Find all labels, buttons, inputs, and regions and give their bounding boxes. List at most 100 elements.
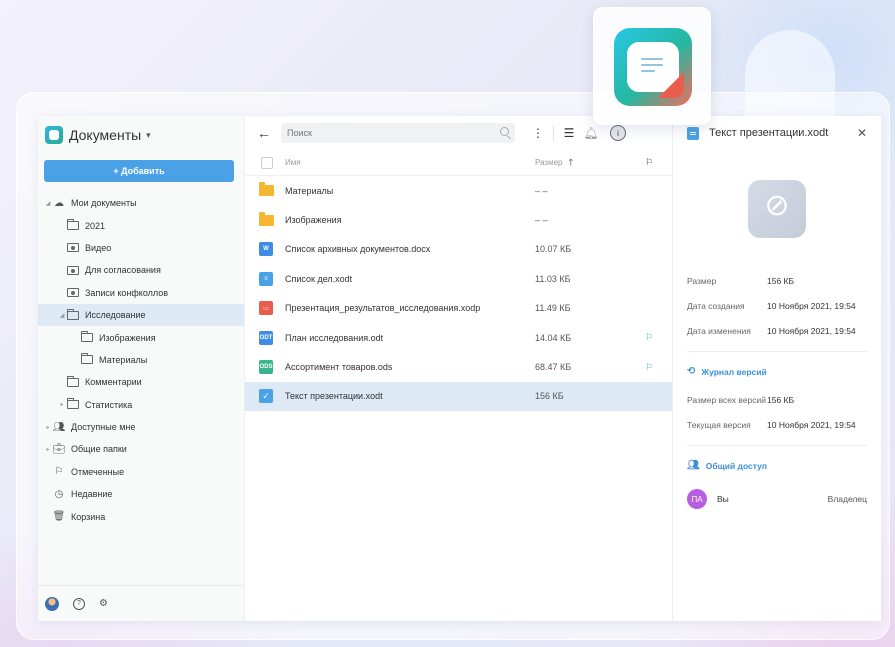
- file-name: Текст презентации.xodt: [285, 391, 383, 402]
- file-name: Материалы: [285, 185, 334, 196]
- expand-arrow-icon[interactable]: ▸: [58, 401, 66, 408]
- shared-folder-icon: [66, 287, 80, 299]
- file-size: 156 КБ: [535, 391, 564, 402]
- documents-logo-icon: [45, 126, 63, 144]
- sidebar-item[interactable]: ▸ 💼︎ Общие папки: [38, 438, 244, 460]
- detail-size: Размер 156 КБ: [687, 276, 795, 286]
- app-badge: [593, 7, 711, 125]
- expand-arrow-icon[interactable]: ▸: [44, 446, 52, 453]
- text-document-icon: ≡: [259, 271, 273, 286]
- file-row[interactable]: Изображения – –: [245, 205, 672, 234]
- user-avatar[interactable]: [45, 596, 59, 611]
- info-panel: Текст презентации.xodt ✕ Размер 156 КБ Д…: [673, 116, 881, 621]
- detail-modified: Дата изменения 10 Ноября 2021, 19:54: [687, 326, 856, 336]
- file-size: 68.47 КБ: [535, 362, 572, 373]
- file-name: Изображения: [285, 215, 342, 226]
- back-arrow-icon[interactable]: ←: [251, 125, 277, 141]
- search-input[interactable]: [281, 123, 515, 143]
- caret-down-icon: ▾: [146, 129, 151, 140]
- file-row[interactable]: ▭ Презентация_результатов_исследования.xo…: [245, 294, 672, 323]
- gear-icon[interactable]: ⚙: [99, 598, 108, 609]
- flag-icon: ⚐: [54, 466, 64, 478]
- owner-avatar: ПА: [687, 489, 707, 509]
- row-checkbox-checked[interactable]: ✓: [259, 389, 273, 404]
- file-size: – –: [535, 215, 548, 226]
- flag-icon[interactable]: ⚐: [645, 332, 659, 343]
- sidebar-item[interactable]: ▸ 👥︎ Доступные мне: [38, 416, 244, 438]
- flag-icon[interactable]: ⚐: [645, 362, 659, 373]
- sidebar-item[interactable]: Видео: [38, 237, 244, 259]
- file-row[interactable]: ✓ Текст презентации.xodt 156 КБ: [245, 381, 672, 412]
- flag-icon: ⚐: [645, 157, 654, 167]
- folder-icon: [66, 375, 80, 388]
- sidebar-item-label: Общие папки: [71, 444, 127, 455]
- sort-ascending-icon: 🡑: [568, 156, 574, 167]
- close-icon[interactable]: ✕: [857, 126, 867, 140]
- search-icon[interactable]: [500, 127, 509, 136]
- cloud-icon: ☁: [54, 197, 64, 209]
- history-icon: ⟲: [687, 366, 696, 377]
- info-icon[interactable]: i: [610, 125, 626, 141]
- file-name: Список архивных документов.docx: [285, 244, 431, 255]
- sidebar-item-label: 2021: [85, 220, 106, 231]
- file-name: Список дел.xodt: [285, 273, 353, 284]
- file-row[interactable]: ODS Ассортимент товаров.ods 68.47 КБ ⚐: [245, 352, 672, 381]
- briefcase-icon: 💼︎: [52, 443, 66, 455]
- owner-name: Вы: [717, 494, 729, 504]
- select-all-checkbox[interactable]: [261, 156, 273, 169]
- sidebar-item[interactable]: Комментарии: [38, 371, 244, 393]
- version-history-link[interactable]: ⟲ Журнал версий: [687, 366, 867, 377]
- documents-app-window: Документы ▾ + Добавить ◢ ☁ Мои документы 20…: [38, 116, 881, 621]
- file-row[interactable]: ≡ Список дел.xodt 11.03 КБ: [245, 264, 672, 293]
- sidebar-item[interactable]: Записи конфколлов: [38, 282, 244, 304]
- detail-all-versions-size: Размер всех версий 156 КБ: [687, 395, 795, 405]
- brand-header[interactable]: Документы ▾: [38, 116, 244, 154]
- file-size: 14.04 КБ: [535, 332, 572, 343]
- sidebar-item[interactable]: Для согласования: [38, 259, 244, 281]
- document-icon: [687, 126, 699, 140]
- file-size: – –: [535, 185, 548, 196]
- share-link[interactable]: 👥︎ Общий доступ: [687, 460, 867, 471]
- odt-icon: ODT: [259, 330, 273, 345]
- sidebar-item-label: Мои документы: [71, 198, 137, 209]
- sidebar-item[interactable]: ◢ Исследование: [38, 303, 244, 327]
- detail-created: Дата создания 10 Ноября 2021, 19:54: [687, 301, 856, 311]
- sidebar-item-label: Изображения: [99, 332, 156, 343]
- people-icon: 👥︎: [52, 421, 66, 433]
- sort-list-icon[interactable]: ☰: [558, 126, 580, 140]
- more-vertical-icon[interactable]: ⋮: [527, 126, 549, 140]
- folder-tree: ◢ ☁ Мои документы 2021 Видео Для согласования…: [38, 192, 244, 528]
- sidebar-item-label: Записи конфколлов: [85, 287, 169, 298]
- people-icon: 👥︎: [687, 460, 700, 471]
- expand-arrow-icon[interactable]: ▸: [44, 424, 52, 431]
- sidebar-item-label: Для согласования: [85, 265, 161, 276]
- sidebar-item[interactable]: ◷ Недавние: [38, 483, 244, 505]
- sidebar-item[interactable]: Изображения: [38, 326, 244, 348]
- help-icon[interactable]: ?: [73, 597, 85, 610]
- file-row[interactable]: W Список архивных документов.docx 10.07 КБ: [245, 235, 672, 264]
- owner-role: Владелец: [827, 494, 867, 504]
- sidebar-item[interactable]: Материалы: [38, 349, 244, 371]
- sidebar-item[interactable]: 2021: [38, 214, 244, 236]
- file-size: 11.03 КБ: [535, 273, 571, 284]
- sidebar-item[interactable]: ▸ Статистика: [38, 394, 244, 416]
- expand-arrow-icon[interactable]: ◢: [44, 200, 52, 207]
- panel-header: Текст презентации.xodt ✕: [687, 116, 867, 150]
- column-header-size[interactable]: Размер 🡑: [535, 155, 645, 171]
- expand-arrow-icon[interactable]: ◢: [58, 312, 66, 319]
- detail-current-version: Текущая версия 10 Ноября 2021, 19:54: [687, 420, 856, 430]
- trash-icon: 🗑︎: [52, 511, 66, 523]
- sidebar-item[interactable]: 🗑︎ Корзина: [38, 505, 244, 527]
- column-header-name[interactable]: Имя: [285, 158, 535, 167]
- file-row[interactable]: ODT План исследования.odt 14.04 КБ ⚐: [245, 323, 672, 352]
- sidebar-item[interactable]: ◢ ☁ Мои документы: [38, 192, 244, 214]
- bell-icon[interactable]: 🔔︎: [580, 126, 602, 140]
- file-name: Ассортимент товаров.ods: [285, 362, 393, 373]
- file-row[interactable]: Материалы – –: [245, 176, 672, 205]
- sidebar-item[interactable]: ⚐ Отмеченные: [38, 461, 244, 483]
- add-button[interactable]: + Добавить: [44, 160, 234, 182]
- folder-icon: [80, 353, 94, 366]
- shared-folder-icon: [66, 264, 80, 276]
- file-name: Презентация_результатов_исследования.xod…: [285, 303, 481, 314]
- search-box[interactable]: [281, 123, 515, 143]
